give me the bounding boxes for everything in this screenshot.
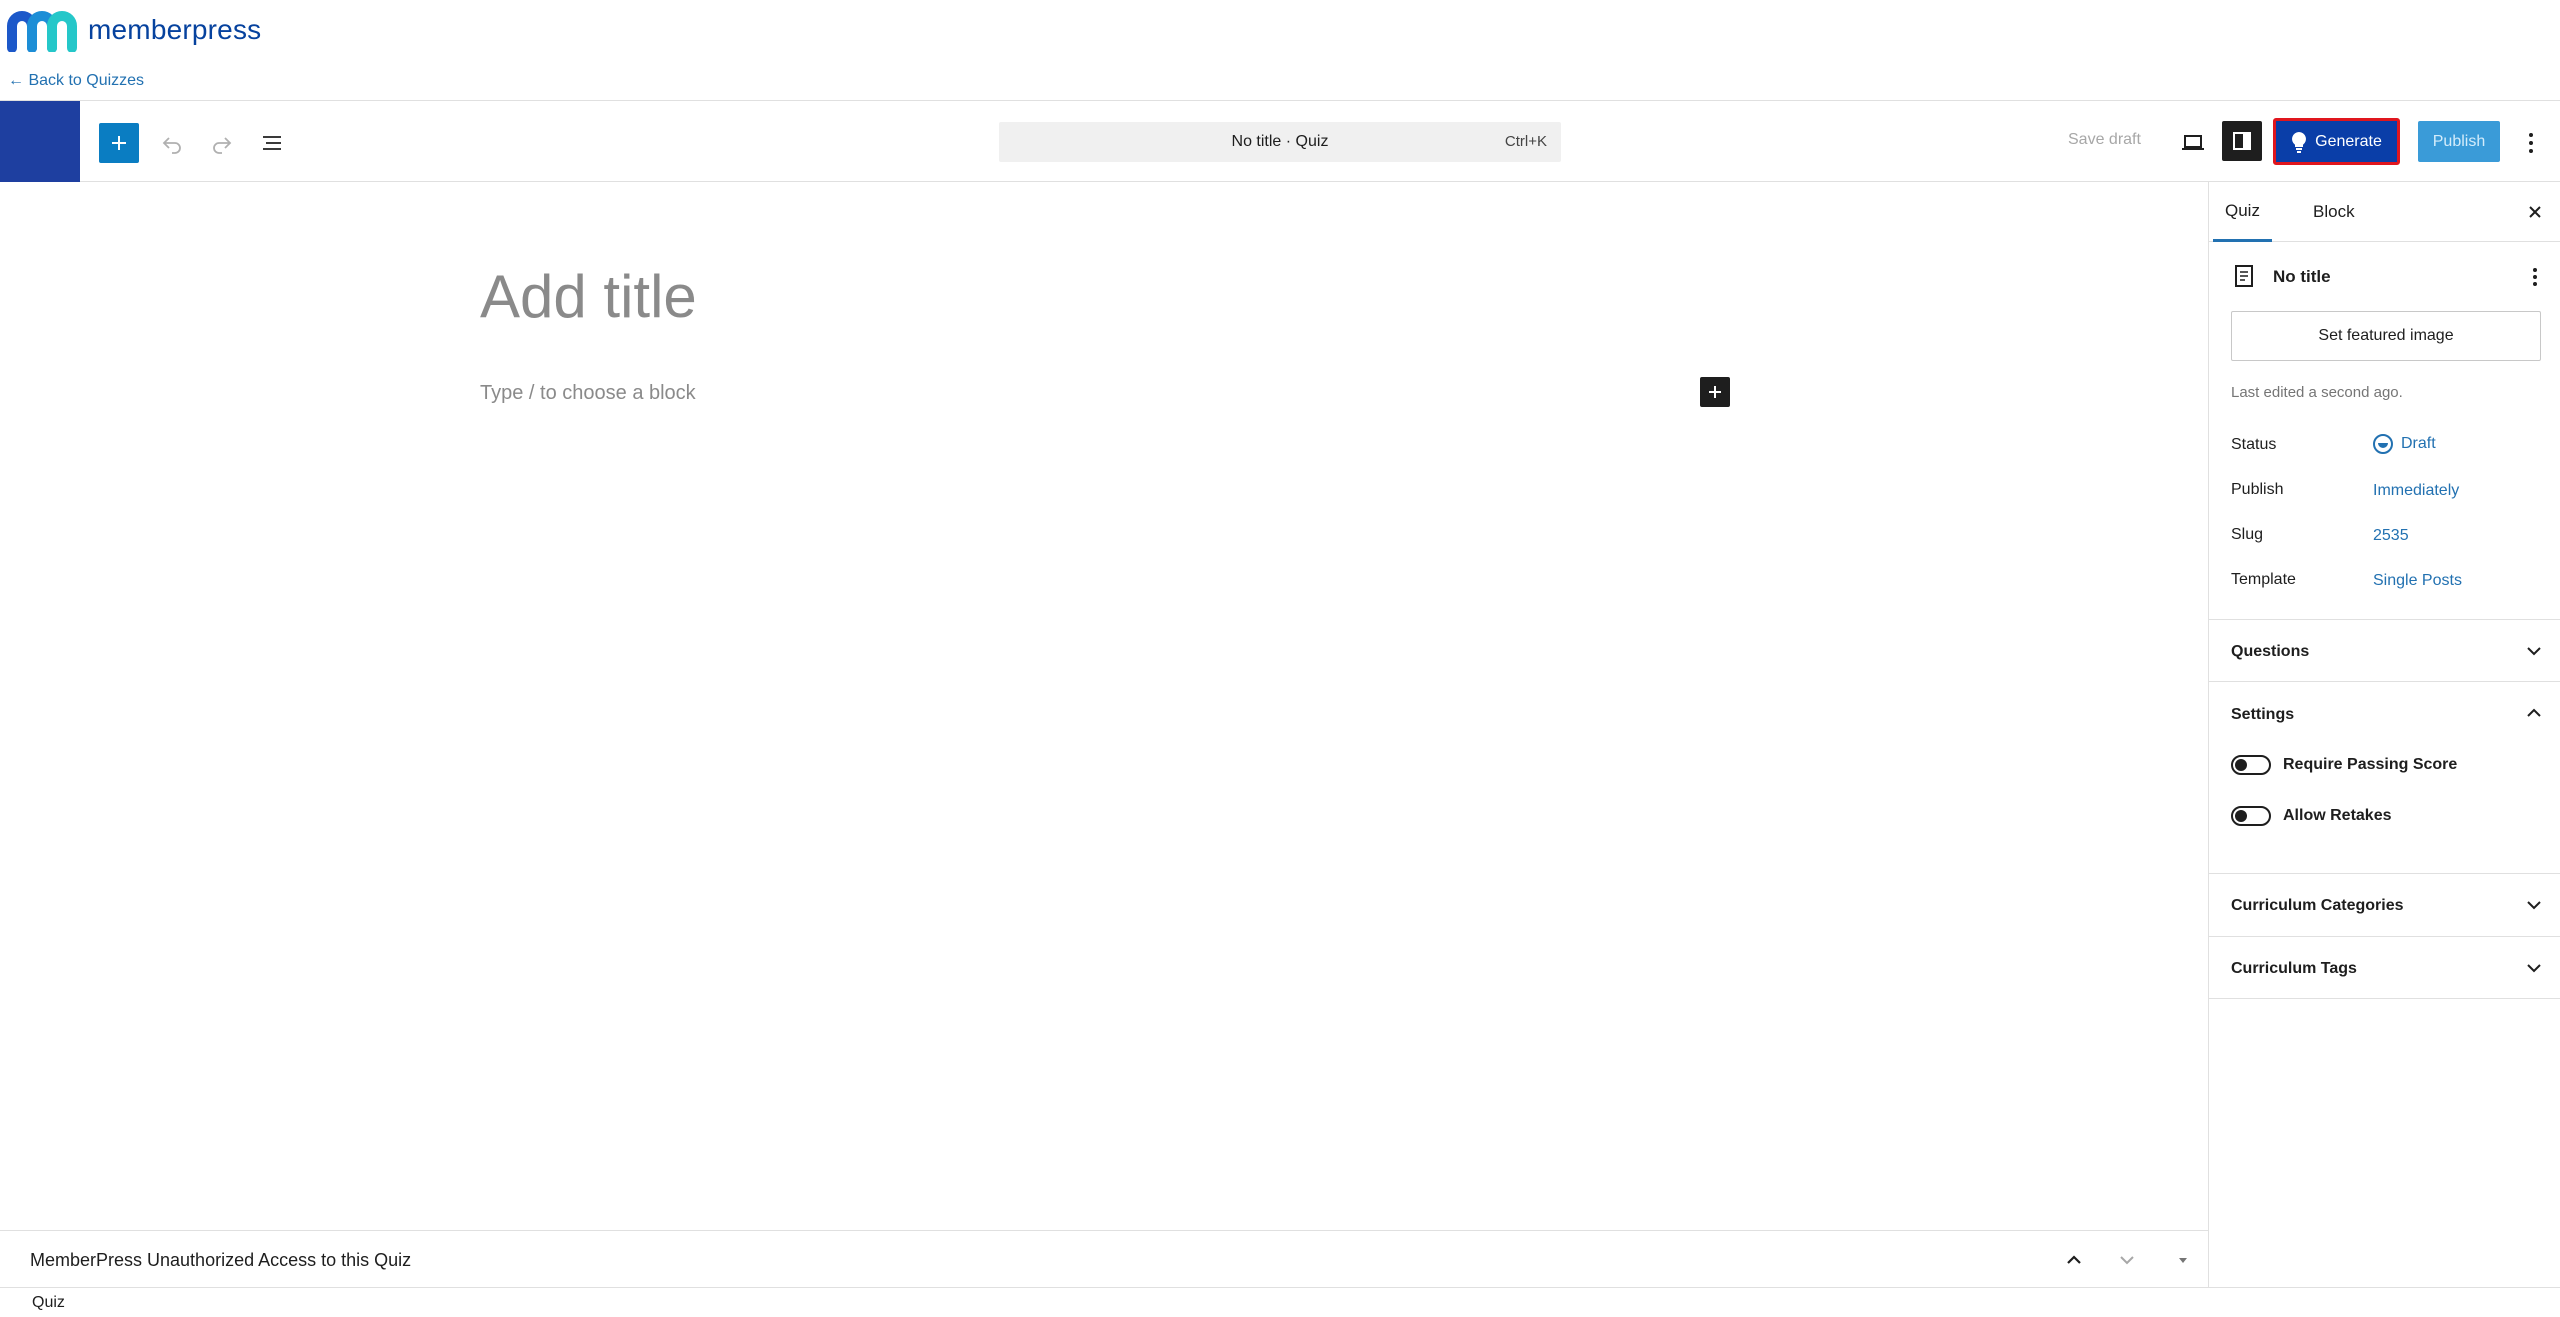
status-label: Status — [2231, 436, 2277, 453]
settings-panel: Settings Require Passing Score Allow Ret… — [2209, 681, 2560, 856]
metabox-title: MemberPress Unauthorized Access to this … — [30, 1250, 412, 1270]
document-title-label: No title · Quiz — [1231, 133, 1329, 150]
status-value[interactable]: Draft — [2373, 434, 2436, 454]
desktop-preview-icon — [2182, 135, 2204, 150]
template-label: Template — [2231, 571, 2296, 588]
chevron-down-icon — [2527, 647, 2541, 656]
preview-button[interactable] — [2174, 125, 2212, 161]
plus-icon — [1709, 386, 1721, 398]
generate-button[interactable]: Generate — [2273, 118, 2400, 165]
slug-label: Slug — [2231, 526, 2264, 543]
template-value[interactable]: Single Posts — [2373, 572, 2462, 590]
document-icon — [2235, 265, 2253, 287]
curriculum-categories-title: Curriculum Categories — [2231, 897, 2404, 914]
options-menu-button[interactable] — [2516, 125, 2546, 161]
chevron-down-icon — [2527, 901, 2541, 910]
editor-header: No title · Quiz Ctrl+K Save draft Genera… — [0, 100, 2560, 182]
lightbulb-icon — [2292, 131, 2307, 153]
document-summary: No title — [2233, 262, 2543, 292]
settings-sidebar-toggle[interactable] — [2222, 121, 2262, 161]
block-inserter-button[interactable] — [99, 123, 139, 163]
unauthorized-access-metabox: MemberPress Unauthorized Access to this … — [0, 1230, 2208, 1287]
last-edited-text: Last edited a second ago. — [2231, 384, 2403, 401]
publish-value[interactable]: Immediately — [2373, 482, 2459, 500]
status-value-text: Draft — [2401, 435, 2436, 452]
editor-footer: Quiz — [0, 1287, 2560, 1317]
chevron-down-icon[interactable] — [2110, 1243, 2144, 1277]
caret-down-icon[interactable] — [2166, 1243, 2200, 1277]
chevron-up-icon[interactable] — [2057, 1243, 2091, 1277]
generate-label: Generate — [2315, 132, 2382, 150]
undo-icon — [162, 137, 181, 154]
publish-label: Publish — [2231, 481, 2284, 498]
tab-block[interactable]: Block — [2301, 182, 2367, 242]
publish-button[interactable]: Publish — [2418, 121, 2500, 162]
set-featured-image-button[interactable]: Set featured image — [2231, 311, 2541, 361]
memberpress-m-icon — [7, 11, 77, 52]
require-passing-score-row: Require Passing Score — [2231, 755, 2457, 775]
require-passing-score-toggle[interactable] — [2231, 755, 2271, 775]
redo-button[interactable] — [204, 125, 240, 161]
block-placeholder[interactable]: Type / to choose a block — [480, 382, 696, 405]
document-actions-button[interactable] — [2523, 262, 2547, 292]
plus-icon — [112, 136, 126, 150]
tab-quiz[interactable]: Quiz — [2213, 182, 2272, 242]
title-input[interactable]: Add title — [480, 262, 697, 331]
draft-status-icon — [2373, 434, 2393, 454]
document-title: No title — [2273, 267, 2331, 286]
command-shortcut: Ctrl+K — [1504, 133, 1547, 150]
inline-block-inserter-button[interactable] — [1700, 377, 1730, 407]
brand-bar: memberpress ← Back to Quizzes — [0, 0, 2560, 100]
editor-canvas: Add title Type / to choose a block — [0, 182, 2208, 1230]
slug-value[interactable]: 2535 — [2373, 527, 2409, 545]
settings-panel-title[interactable]: Settings — [2231, 706, 2294, 724]
list-view-button[interactable] — [254, 125, 290, 161]
curriculum-categories-panel[interactable]: Curriculum Categories — [2209, 873, 2560, 936]
redo-icon — [213, 137, 232, 154]
vertical-ellipsis-icon — [2533, 268, 2537, 286]
vertical-ellipsis-icon — [2529, 133, 2533, 153]
site-icon[interactable] — [0, 101, 80, 182]
require-passing-score-label: Require Passing Score — [2283, 756, 2458, 773]
curriculum-tags-title: Curriculum Tags — [2231, 960, 2357, 977]
close-sidebar-button[interactable] — [2519, 196, 2551, 228]
allow-retakes-label: Allow Retakes — [2283, 807, 2392, 824]
close-icon — [2529, 206, 2541, 218]
settings-sidebar: Quiz Block No title Set featured image L… — [2208, 182, 2560, 1287]
questions-panel-title: Questions — [2231, 643, 2310, 660]
back-to-quizzes-link[interactable]: ← Back to Quizzes — [8, 72, 144, 90]
curriculum-tags-panel[interactable]: Curriculum Tags — [2209, 936, 2560, 999]
command-palette-bar[interactable]: No title · Quiz Ctrl+K — [999, 122, 1561, 162]
questions-panel[interactable]: Questions — [2209, 619, 2560, 681]
list-view-icon — [263, 136, 281, 150]
allow-retakes-row: Allow Retakes — [2231, 806, 2391, 826]
brand-name: memberpress — [88, 14, 262, 45]
undo-button[interactable] — [154, 125, 190, 161]
sidebar-settings-icon — [2233, 132, 2251, 150]
chevron-up-icon[interactable] — [2519, 698, 2549, 728]
memberpress-logo[interactable]: memberpress — [6, 8, 261, 52]
block-breadcrumb[interactable]: Quiz — [32, 1294, 65, 1312]
allow-retakes-toggle[interactable] — [2231, 806, 2271, 826]
chevron-down-icon — [2527, 964, 2541, 973]
sidebar-tabs: Quiz Block — [2209, 182, 2560, 242]
save-draft-button[interactable]: Save draft — [2068, 131, 2141, 149]
